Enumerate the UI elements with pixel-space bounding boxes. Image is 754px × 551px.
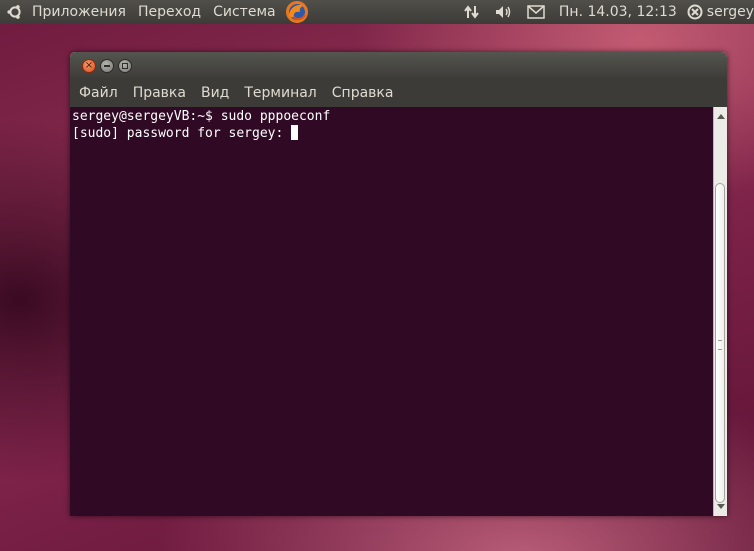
terminal-output[interactable]: sergey@sergeyVB:~$ sudo pppoeconf [sudo]… xyxy=(70,107,713,516)
terminal-window: × Файл Правка Вид Терминал Справка serge… xyxy=(70,52,727,516)
menu-help[interactable]: Справка xyxy=(332,85,394,101)
vertical-scrollbar[interactable] xyxy=(713,107,727,516)
panel-tray: Пн. 14.03, 12:13 sergey xyxy=(463,0,754,24)
minimize-button[interactable] xyxy=(100,58,114,73)
menu-file[interactable]: Файл xyxy=(79,85,118,101)
text-cursor xyxy=(291,125,299,140)
close-button[interactable]: × xyxy=(82,58,96,73)
menu-applications[interactable]: Приложения xyxy=(32,4,126,20)
password-prompt: [sudo] password for sergey: xyxy=(72,126,292,141)
menu-view[interactable]: Вид xyxy=(201,85,229,101)
ubuntu-logo-icon[interactable] xyxy=(6,3,24,21)
volume-icon[interactable] xyxy=(495,4,513,20)
clock[interactable]: Пн. 14.03, 12:13 xyxy=(559,4,677,20)
maximize-icon xyxy=(122,62,128,69)
menu-terminal[interactable]: Терминал xyxy=(244,85,316,101)
menu-edit[interactable]: Правка xyxy=(133,85,186,101)
scroll-down-icon[interactable] xyxy=(714,500,727,514)
menu-system[interactable]: Система xyxy=(213,4,275,20)
window-titlebar[interactable]: × xyxy=(70,52,727,79)
user-name[interactable]: sergey xyxy=(707,4,754,20)
terminal-line-prompt: [sudo] password for sergey: xyxy=(72,125,713,142)
menu-places[interactable]: Переход xyxy=(138,4,201,20)
firefox-icon[interactable] xyxy=(285,1,308,23)
scroll-thumb[interactable] xyxy=(715,183,725,503)
scroll-grip-icon xyxy=(718,340,722,350)
terminal-line-command: sergey@sergeyVB:~$ sudo pppoeconf xyxy=(72,109,331,124)
minimize-icon xyxy=(104,64,110,67)
top-panel: Приложения Переход Система Пн. 14.03, 12… xyxy=(0,0,754,24)
window-menubar: Файл Правка Вид Терминал Справка xyxy=(70,79,727,107)
maximize-button[interactable] xyxy=(118,58,132,73)
user-status-icon[interactable] xyxy=(687,4,703,20)
network-icon[interactable] xyxy=(463,4,481,20)
scroll-up-icon[interactable] xyxy=(714,109,727,123)
mail-icon[interactable] xyxy=(527,4,545,20)
close-icon: × xyxy=(84,59,94,71)
